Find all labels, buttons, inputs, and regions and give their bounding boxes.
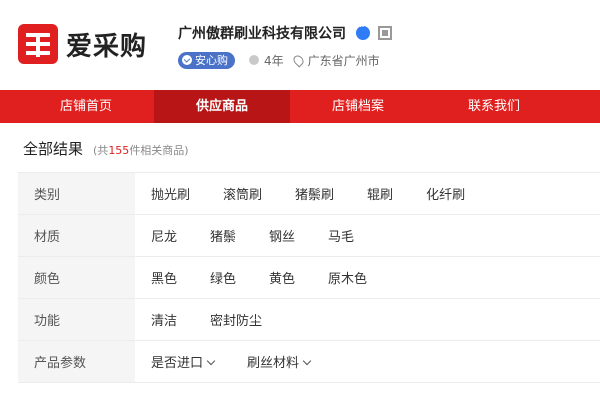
param-dropdown[interactable]: 是否进口 xyxy=(151,352,216,371)
filter-option[interactable]: 绿色 xyxy=(210,268,236,287)
aicaigou-logo[interactable]: 爱采购 xyxy=(18,24,147,64)
filter-option[interactable]: 猪鬃 xyxy=(210,226,236,245)
nav-supply-products[interactable]: 供应商品 xyxy=(154,90,290,123)
filter-option[interactable]: 滚筒刷 xyxy=(223,184,262,203)
logo-icon xyxy=(18,24,58,64)
logo-text: 爱采购 xyxy=(66,31,148,62)
anxin-badge[interactable]: 安心购 xyxy=(178,51,235,69)
nav-store-home[interactable]: 店铺首页 xyxy=(18,90,154,123)
filter-label: 材质 xyxy=(18,215,135,256)
shield-check-icon xyxy=(182,55,192,65)
badge-label: 安心购 xyxy=(195,54,228,67)
nav-contact-us[interactable]: 联系我们 xyxy=(426,90,562,123)
param-dropdown[interactable]: 刷丝材料 xyxy=(247,352,312,371)
filter-label: 颜色 xyxy=(18,257,135,298)
param-dropdown-label: 是否进口 xyxy=(151,356,204,371)
filter-label: 类别 xyxy=(18,173,135,214)
filter-option[interactable]: 猪鬃刷 xyxy=(295,184,334,203)
filter-option[interactable]: 化纤刷 xyxy=(426,184,465,203)
filter-row-category: 类别 抛光刷 滚筒刷 猪鬃刷 辊刷 化纤刷 xyxy=(18,173,600,215)
results-count-prefix: (共 xyxy=(93,144,109,157)
chevron-down-icon xyxy=(302,356,312,366)
results-count: (共155件相关商品) xyxy=(93,142,189,158)
filter-row-params: 产品参数 是否进口 刷丝材料 xyxy=(18,341,600,383)
company-name[interactable]: 广州傲群刷业科技有限公司 xyxy=(178,23,346,43)
filter-option[interactable]: 黑色 xyxy=(151,268,177,287)
years-in-business: 4年 xyxy=(264,53,284,68)
filter-label: 产品参数 xyxy=(18,341,135,382)
store-nav: 店铺首页 供应商品 店铺档案 联系我们 xyxy=(0,90,600,123)
filter-option[interactable]: 尼龙 xyxy=(151,226,177,245)
filter-option[interactable]: 黄色 xyxy=(269,268,295,287)
filter-option[interactable]: 钢丝 xyxy=(269,226,295,245)
results-count-number: 155 xyxy=(108,144,130,157)
location-pin-icon xyxy=(291,52,306,68)
results-title: 全部结果 xyxy=(23,140,84,158)
years-icon xyxy=(249,55,259,65)
filter-option[interactable]: 清洁 xyxy=(151,310,177,329)
results-header: 全部结果 (共155件相关商品) xyxy=(23,138,189,159)
filter-option[interactable]: 马毛 xyxy=(328,226,354,245)
results-count-suffix: 件相关商品) xyxy=(129,144,189,157)
qr-code-icon[interactable] xyxy=(378,26,392,40)
chat-icon[interactable] xyxy=(356,22,370,40)
nav-store-profile[interactable]: 店铺档案 xyxy=(290,90,426,123)
filter-table: 类别 抛光刷 滚筒刷 猪鬃刷 辊刷 化纤刷 材质 尼龙 猪鬃 钢丝 马毛 颜色 … xyxy=(18,172,600,383)
company-info: 广州傲群刷业科技有限公司 安心购 4年 广东省广州市 xyxy=(178,22,392,70)
filter-option[interactable]: 抛光刷 xyxy=(151,184,190,203)
filter-row-material: 材质 尼龙 猪鬃 钢丝 马毛 xyxy=(18,215,600,257)
filter-label: 功能 xyxy=(18,299,135,340)
filter-option[interactable]: 辊刷 xyxy=(367,184,393,203)
chevron-down-icon xyxy=(206,356,216,366)
param-dropdown-label: 刷丝材料 xyxy=(247,356,300,371)
company-location: 广东省广州市 xyxy=(307,53,380,68)
filter-row-function: 功能 清洁 密封防尘 xyxy=(18,299,600,341)
filter-row-color: 颜色 黑色 绿色 黄色 原木色 xyxy=(18,257,600,299)
store-header: 爱采购 广州傲群刷业科技有限公司 安心购 4年 广东省广州市 xyxy=(0,0,600,90)
filter-option[interactable]: 原木色 xyxy=(328,268,367,287)
filter-option[interactable]: 密封防尘 xyxy=(210,310,262,329)
